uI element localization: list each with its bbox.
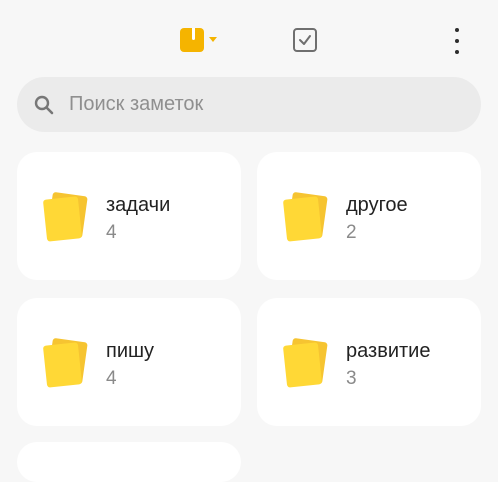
folder-card-partial[interactable] [17, 442, 241, 482]
notes-icon [180, 28, 204, 52]
folder-note-count: 3 [346, 368, 357, 389]
folder-icon [43, 192, 88, 242]
folder-card[interactable]: другое 2 [257, 152, 481, 280]
more-dot [455, 50, 459, 54]
top-bar [0, 0, 498, 78]
folder-name: другое [346, 194, 408, 216]
chevron-down-icon [209, 37, 217, 42]
folder-note-count: 2 [346, 222, 357, 243]
folder-icon [283, 192, 328, 242]
folder-note-count: 4 [106, 222, 117, 243]
search-input[interactable] [69, 77, 449, 132]
folder-note-count: 4 [106, 368, 117, 389]
search-bar[interactable] [17, 77, 481, 132]
folder-card[interactable]: развитие 3 [257, 298, 481, 426]
folder-card[interactable]: пишу 4 [17, 298, 241, 426]
folder-name: задачи [106, 194, 171, 216]
folder-icon [283, 338, 328, 388]
folder-card[interactable]: задачи 4 [17, 152, 241, 280]
folder-name: пишу [106, 340, 155, 362]
checkbox-icon[interactable] [292, 27, 318, 53]
folder-name: развитие [346, 340, 431, 362]
more-dot [455, 28, 459, 32]
search-icon [34, 95, 54, 115]
folder-icon [43, 338, 88, 388]
more-vertical-icon[interactable] [446, 28, 468, 54]
notes-folder-switch[interactable] [180, 27, 222, 53]
more-dot [455, 39, 459, 43]
